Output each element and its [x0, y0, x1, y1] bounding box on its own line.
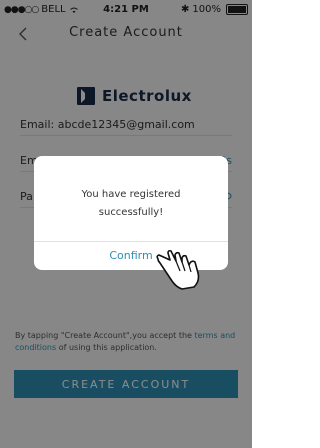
dialog-message: You have registered successfully! [44, 186, 218, 222]
hand-pointer-icon [156, 249, 200, 290]
dialog-message-line1: You have registered [81, 189, 181, 200]
create-account-screen: ●●●○○ BELL 4:21 PM ✱ 100% Create Account… [0, 0, 252, 448]
dialog-message-line2: successfully! [98, 207, 164, 218]
